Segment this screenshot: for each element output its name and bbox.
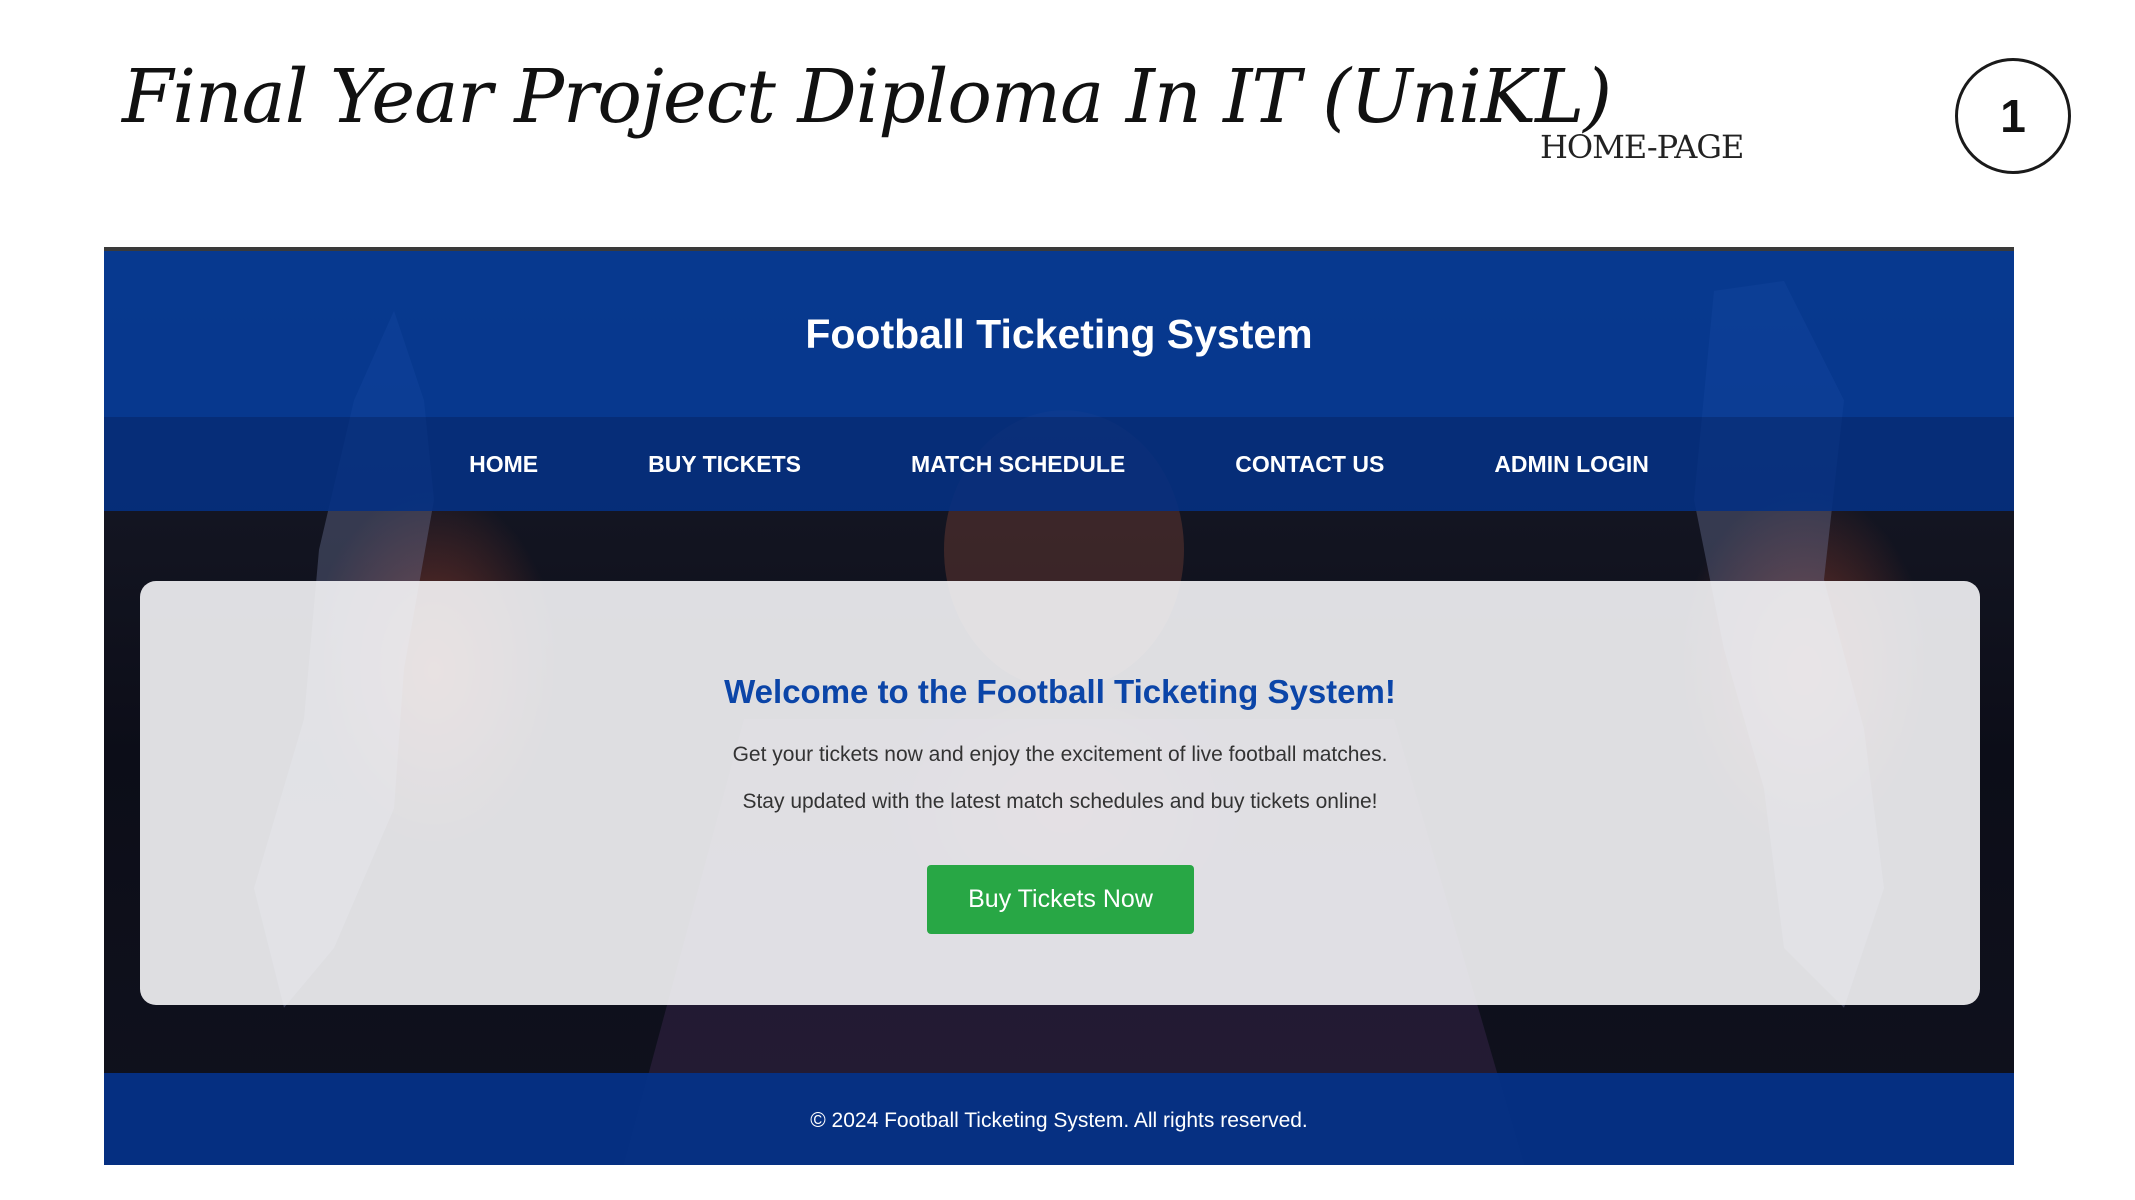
- presentation-slide: Final Year Project Diploma In IT (UniKL)…: [0, 0, 2135, 1200]
- site-header: Football Ticketing System: [104, 251, 2014, 417]
- nav-link-contact-us[interactable]: CONTACT US: [1235, 451, 1384, 478]
- site-navigation: HOME BUY TICKETS MATCH SCHEDULE CONTACT …: [104, 417, 2014, 511]
- nav-link-admin-login[interactable]: ADMIN LOGIN: [1494, 451, 1649, 478]
- footer-copyright: © 2024 Football Ticketing System. All ri…: [810, 1109, 1308, 1132]
- nav-link-home[interactable]: HOME: [469, 451, 538, 478]
- welcome-card: Welcome to the Football Ticketing System…: [140, 581, 1980, 1005]
- nav-link-buy-tickets[interactable]: BUY TICKETS: [648, 451, 801, 478]
- site-title: Football Ticketing System: [805, 310, 1313, 357]
- section-label: HOME-PAGE: [1540, 128, 1744, 166]
- welcome-text-line-2: Stay updated with the latest match sched…: [742, 790, 1378, 813]
- page-number: 1: [2000, 90, 2026, 142]
- welcome-heading: Welcome to the Football Ticketing System…: [724, 673, 1396, 710]
- buy-tickets-now-button[interactable]: Buy Tickets Now: [927, 865, 1194, 934]
- welcome-text-line-1: Get your tickets now and enjoy the excit…: [732, 743, 1388, 766]
- page-number-badge: 1: [1955, 58, 2071, 174]
- website-screenshot: Football Ticketing System HOME BUY TICKE…: [104, 247, 2014, 1165]
- nav-link-match-schedule[interactable]: MATCH SCHEDULE: [911, 451, 1125, 478]
- site-footer: © 2024 Football Ticketing System. All ri…: [104, 1073, 2014, 1165]
- slide-title: Final Year Project Diploma In IT (UniKL): [122, 54, 1612, 140]
